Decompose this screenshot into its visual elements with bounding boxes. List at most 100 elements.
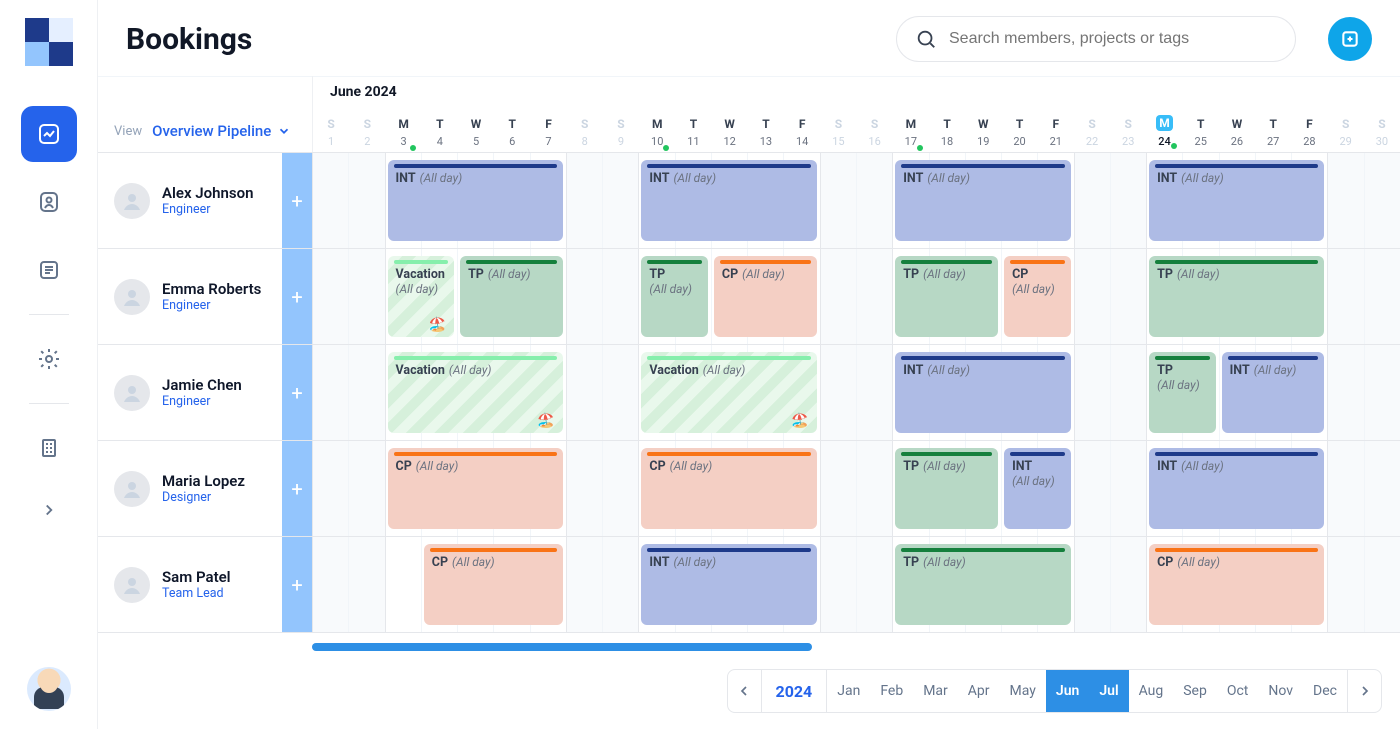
booking-block[interactable]: TP(All day) [895,544,1070,625]
booking-block[interactable]: TP(All day) [460,256,563,337]
month-next[interactable] [1347,670,1381,712]
search-input[interactable] [949,30,1277,48]
day-header[interactable]: M10 [639,117,675,152]
booking-block[interactable]: INT(All day) [641,160,816,241]
day-header[interactable]: T6 [494,117,530,152]
month-dec[interactable]: Dec [1303,670,1347,712]
day-header[interactable]: T20 [1001,117,1037,152]
day-header[interactable]: T4 [422,117,458,152]
horizontal-scroll[interactable] [98,635,1400,659]
booking-block[interactable]: CP(All day) [1149,544,1324,625]
day-header[interactable]: S9 [603,117,639,152]
booking-block[interactable]: Vacation(All day)🏖️ [388,352,563,433]
day-header[interactable]: S29 [1328,117,1364,152]
add-booking[interactable]: + [282,441,312,536]
booking-block[interactable]: Vacation(All day)🏖️ [641,352,816,433]
person-header[interactable]: Maria LopezDesigner [98,441,282,536]
day-header[interactable]: S15 [820,117,856,152]
booking-block[interactable]: Vacation(All day)🏖️ [388,256,455,337]
month-may[interactable]: May [1000,670,1046,712]
booking-block[interactable]: TP(All day) [895,256,998,337]
nav-list[interactable] [21,242,77,298]
nav-settings[interactable] [21,331,77,387]
booking-block[interactable]: CP(All day) [388,448,563,529]
row-grid: CP(All day) INT(All day) TP(All day) CP(All… [312,537,1400,632]
month-nov[interactable]: Nov [1258,670,1303,712]
booking-block[interactable]: CP(All day) [641,448,816,529]
booking-block[interactable]: INT(All day) [1222,352,1325,433]
day-header[interactable]: S23 [1110,117,1146,152]
add-booking[interactable]: + [282,345,312,440]
day-header[interactable]: W19 [965,117,1001,152]
view-selector[interactable]: View Overview Pipeline [98,122,312,152]
day-header[interactable]: T11 [675,117,711,152]
day-header[interactable]: W26 [1219,117,1255,152]
day-header[interactable]: T18 [929,117,965,152]
booking-block[interactable]: INT(All day) [1149,160,1324,241]
search-box[interactable] [896,16,1296,62]
day-header[interactable]: W12 [712,117,748,152]
day-header[interactable]: T25 [1183,117,1219,152]
month-jun[interactable]: Jun [1046,670,1089,712]
month-sep[interactable]: Sep [1173,670,1217,712]
month-aug[interactable]: Aug [1129,670,1174,712]
day-header[interactable]: S8 [567,117,603,152]
booking-block[interactable]: TP(All day) [1149,352,1216,433]
day-header[interactable]: S2 [349,117,385,152]
month-prev[interactable] [728,670,762,712]
person-header[interactable]: Sam PatelTeam Lead [98,537,282,632]
day-header[interactable]: M17 [893,117,929,152]
day-header[interactable]: T13 [748,117,784,152]
day-header[interactable]: F28 [1291,117,1327,152]
booking-block[interactable]: CP(All day) [714,256,817,337]
month-jul[interactable]: Jul [1089,670,1128,712]
avatar [114,279,150,315]
nav-members[interactable] [21,174,77,230]
plus-icon [1340,29,1360,49]
person-role: Engineer [162,394,242,409]
person-header[interactable]: Jamie ChenEngineer [98,345,282,440]
day-header[interactable]: F14 [784,117,820,152]
booking-block[interactable]: INT(All day) [388,160,563,241]
nav-expand[interactable] [21,482,77,538]
nav-company[interactable] [21,420,77,476]
nav-dashboard[interactable] [21,106,77,162]
add-booking[interactable]: + [282,537,312,632]
booking-block[interactable]: INT(All day) [641,544,816,625]
month-feb[interactable]: Feb [870,670,913,712]
booking-block[interactable]: INT(All day) [895,352,1070,433]
month-apr[interactable]: Apr [958,670,1000,712]
person-header[interactable]: Alex JohnsonEngineer [98,153,282,248]
booking-block[interactable]: INT(All day) [895,160,1070,241]
scroll-thumb[interactable] [312,643,812,651]
day-header[interactable]: T27 [1255,117,1291,152]
add-booking[interactable]: + [282,153,312,248]
day-header[interactable]: F7 [530,117,566,152]
month-mar[interactable]: Mar [913,670,958,712]
add-booking[interactable]: + [282,249,312,344]
current-user-avatar[interactable] [27,667,71,711]
booking-block[interactable]: TP(All day) [641,256,708,337]
person-header[interactable]: Emma RobertsEngineer [98,249,282,344]
booking-block[interactable]: TP(All day) [895,448,998,529]
booking-block[interactable]: TP(All day) [1149,256,1324,337]
booking-block[interactable]: INT(All day) [1149,448,1324,529]
app-logo[interactable] [25,18,73,66]
day-header[interactable]: M3 [385,117,421,152]
booking-block[interactable]: INT(All day) [1004,448,1071,529]
day-header[interactable]: S16 [857,117,893,152]
booking-block[interactable]: CP(All day) [1004,256,1071,337]
month-jan[interactable]: Jan [827,670,870,712]
day-header[interactable]: S22 [1074,117,1110,152]
gear-icon [37,347,61,371]
day-header[interactable]: F21 [1038,117,1074,152]
day-header[interactable]: S30 [1364,117,1400,152]
booking-block[interactable]: CP(All day) [424,544,563,625]
schedule-row: Jamie ChenEngineer+ Vacation(All day)🏖️ Va… [98,345,1400,441]
day-header[interactable]: S1 [313,117,349,152]
add-button[interactable] [1328,17,1372,61]
year-label[interactable]: 2024 [762,670,828,712]
month-oct[interactable]: Oct [1217,670,1259,712]
day-header[interactable]: M24 [1146,115,1182,152]
day-header[interactable]: W5 [458,117,494,152]
